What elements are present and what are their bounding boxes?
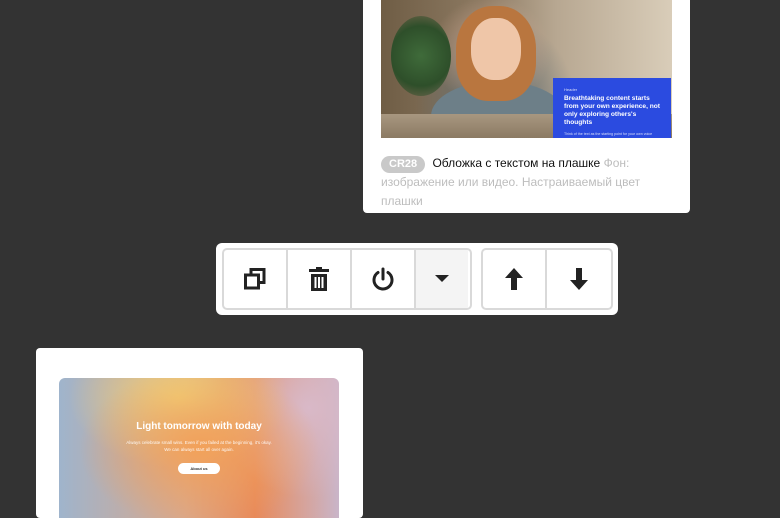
block-caption: CR28 Обложка с текстом на плашке Фон: из… (381, 154, 666, 211)
trash-icon (309, 267, 329, 291)
block-title: Обложка с текстом на плашке (432, 156, 601, 170)
duplicate-button[interactable] (224, 250, 288, 308)
preview-about-button: About us (178, 463, 220, 474)
plant-shape (391, 16, 451, 96)
promo-fine-print: Think of the text as the starting point … (564, 132, 653, 136)
duplicate-icon (244, 268, 266, 290)
move-down-button[interactable] (547, 250, 611, 308)
delete-button[interactable] (288, 250, 352, 308)
move-up-button[interactable] (483, 250, 547, 308)
block-toolbar (216, 243, 618, 315)
promo-headline: Breathtaking content starts from your ow… (564, 95, 660, 126)
block-card-gradient-cover[interactable]: Light tomorrow with today Always celebra… (36, 348, 363, 518)
arrow-up-icon (505, 268, 523, 290)
toggle-visibility-button[interactable] (352, 250, 416, 308)
power-icon (372, 267, 394, 291)
person-face-shape (471, 18, 521, 80)
block-move-group (481, 248, 613, 310)
more-options-button[interactable] (416, 250, 468, 308)
cover-preview-image: Header Breathtaking content starts from … (381, 0, 672, 138)
caret-down-icon (435, 275, 449, 282)
block-actions-group (222, 248, 472, 310)
preview-text: Always celebrate small wins. Even if you… (126, 440, 272, 452)
preview-title: Light tomorrow with today (136, 421, 262, 432)
arrow-down-icon (570, 268, 588, 290)
promo-eyebrow: Header (564, 87, 578, 92)
block-card-cr28[interactable]: Header Breathtaking content starts from … (363, 0, 690, 213)
gradient-cover-preview: Light tomorrow with today Always celebra… (59, 378, 339, 518)
promo-plate: Header Breathtaking content starts from … (553, 78, 671, 138)
block-code-badge: CR28 (381, 156, 426, 173)
